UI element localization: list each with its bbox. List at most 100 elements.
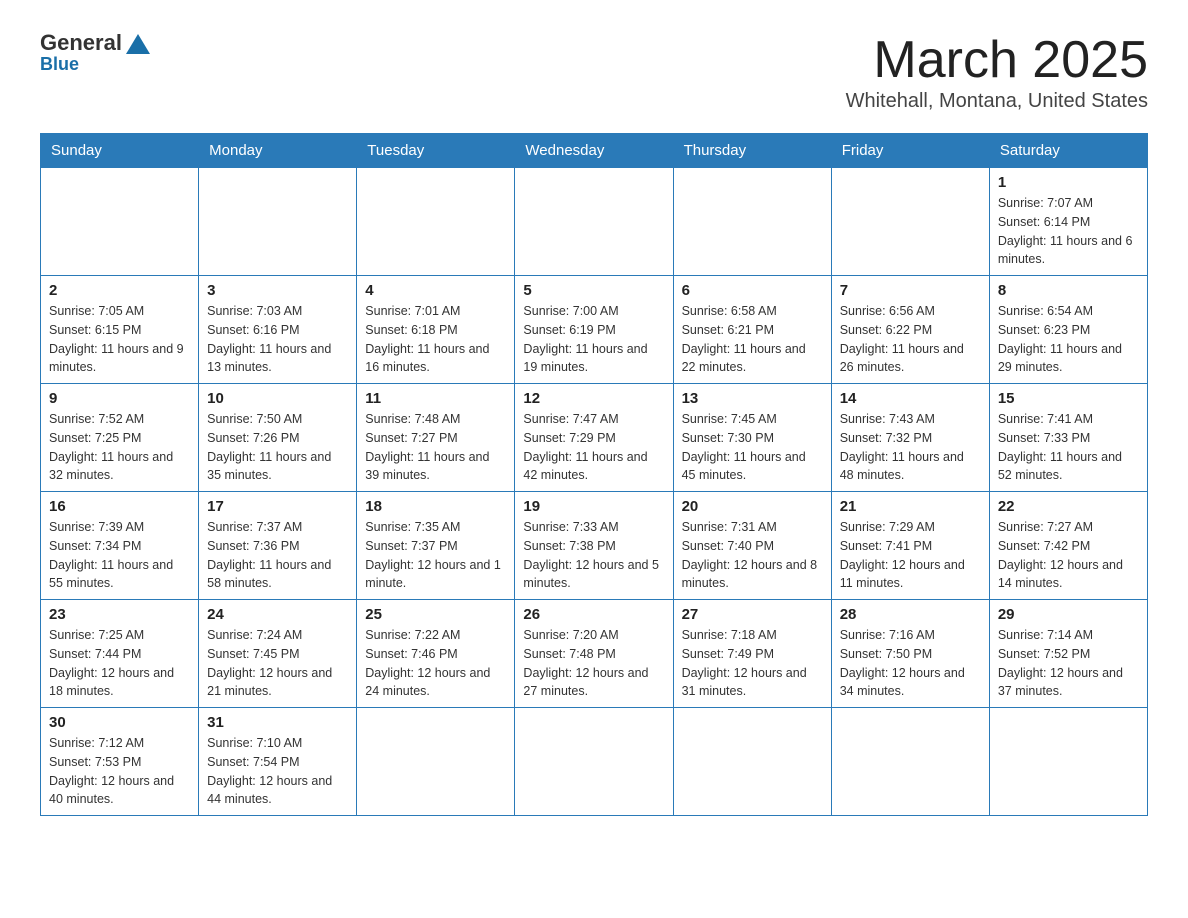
day-of-week-header: Tuesday [357,134,515,168]
day-number: 9 [49,390,190,407]
day-info: Sunrise: 7:33 AMSunset: 7:38 PMDaylight:… [523,518,664,593]
empty-day-cell [673,168,831,276]
logo-triangle-icon [126,34,150,54]
day-number: 26 [523,606,664,623]
day-of-week-header: Monday [199,134,357,168]
day-info: Sunrise: 7:07 AMSunset: 6:14 PMDaylight:… [998,194,1139,269]
day-cell: 5 Sunrise: 7:00 AMSunset: 6:19 PMDaylight… [515,276,673,384]
day-number: 6 [682,282,823,299]
calendar-table: SundayMondayTuesdayWednesdayThursdayFrid… [40,133,1148,816]
calendar-week-row: 30 Sunrise: 7:12 AMSunset: 7:53 PMDayligh… [41,708,1148,816]
day-cell: 10 Sunrise: 7:50 AMSunset: 7:26 PMDayligh… [199,384,357,492]
day-number: 30 [49,714,190,731]
day-number: 8 [998,282,1139,299]
day-info: Sunrise: 7:24 AMSunset: 7:45 PMDaylight:… [207,626,348,701]
day-number: 3 [207,282,348,299]
day-cell: 16Sunrise: 7:39 AMSunset: 7:34 PMDayligh… [41,492,199,600]
empty-day-cell [199,168,357,276]
day-number: 4 [365,282,506,299]
day-number: 21 [840,498,981,515]
day-info: Sunrise: 7:35 AMSunset: 7:37 PMDaylight:… [365,518,506,593]
day-number: 22 [998,498,1139,515]
day-number: 11 [365,390,506,407]
day-info: Sunrise: 7:52 AMSunset: 7:25 PMDaylight:… [49,410,190,485]
day-number: 5 [523,282,664,299]
day-cell: 21 Sunrise: 7:29 AMSunset: 7:41 PMDayligh… [831,492,989,600]
day-number: 2 [49,282,190,299]
day-cell: 14Sunrise: 7:43 AMSunset: 7:32 PMDayligh… [831,384,989,492]
empty-day-cell [41,168,199,276]
day-cell: 19 Sunrise: 7:33 AMSunset: 7:38 PMDayligh… [515,492,673,600]
calendar-subtitle: Whitehall, Montana, United States [846,90,1148,113]
empty-day-cell [831,708,989,816]
day-number: 31 [207,714,348,731]
empty-day-cell [831,168,989,276]
day-cell: 31 Sunrise: 7:10 AMSunset: 7:54 PMDayligh… [199,708,357,816]
day-number: 29 [998,606,1139,623]
day-info: Sunrise: 7:01 AMSunset: 6:18 PMDaylight:… [365,302,506,377]
calendar-title: March 2025 [846,30,1148,90]
day-cell: 6Sunrise: 6:58 AMSunset: 6:21 PMDaylight… [673,276,831,384]
day-cell: 17Sunrise: 7:37 AMSunset: 7:36 PMDayligh… [199,492,357,600]
day-cell: 12 Sunrise: 7:47 AMSunset: 7:29 PMDayligh… [515,384,673,492]
day-of-week-header: Thursday [673,134,831,168]
day-number: 27 [682,606,823,623]
day-cell: 18 Sunrise: 7:35 AMSunset: 7:37 PMDayligh… [357,492,515,600]
day-info: Sunrise: 7:48 AMSunset: 7:27 PMDaylight:… [365,410,506,485]
day-cell: 23 Sunrise: 7:25 AMSunset: 7:44 PMDayligh… [41,600,199,708]
day-cell: 4 Sunrise: 7:01 AMSunset: 6:18 PMDaylight… [357,276,515,384]
day-number: 13 [682,390,823,407]
day-number: 17 [207,498,348,515]
day-cell: 13 Sunrise: 7:45 AMSunset: 7:30 PMDayligh… [673,384,831,492]
day-number: 12 [523,390,664,407]
day-of-week-header: Sunday [41,134,199,168]
day-cell: 7Sunrise: 6:56 AMSunset: 6:22 PMDaylight… [831,276,989,384]
day-info: Sunrise: 7:05 AMSunset: 6:15 PMDaylight:… [49,302,190,377]
day-info: Sunrise: 6:54 AMSunset: 6:23 PMDaylight:… [998,302,1139,377]
empty-day-cell [515,168,673,276]
day-info: Sunrise: 7:03 AMSunset: 6:16 PMDaylight:… [207,302,348,377]
day-number: 24 [207,606,348,623]
calendar-week-row: 23 Sunrise: 7:25 AMSunset: 7:44 PMDayligh… [41,600,1148,708]
day-cell: 20Sunrise: 7:31 AMSunset: 7:40 PMDayligh… [673,492,831,600]
day-info: Sunrise: 7:50 AMSunset: 7:26 PMDaylight:… [207,410,348,485]
day-info: Sunrise: 7:29 AMSunset: 7:41 PMDaylight:… [840,518,981,593]
day-info: Sunrise: 6:56 AMSunset: 6:22 PMDaylight:… [840,302,981,377]
day-info: Sunrise: 7:45 AMSunset: 7:30 PMDaylight:… [682,410,823,485]
logo-blue-text: Blue [40,54,79,75]
empty-day-cell [989,708,1147,816]
day-info: Sunrise: 7:20 AMSunset: 7:48 PMDaylight:… [523,626,664,701]
day-number: 1 [998,174,1139,191]
day-number: 14 [840,390,981,407]
day-number: 16 [49,498,190,515]
day-info: Sunrise: 7:47 AMSunset: 7:29 PMDaylight:… [523,410,664,485]
day-number: 15 [998,390,1139,407]
page-header: General Blue March 2025 Whitehall, Monta… [40,30,1148,113]
day-number: 10 [207,390,348,407]
day-cell: 26 Sunrise: 7:20 AMSunset: 7:48 PMDayligh… [515,600,673,708]
day-cell: 30 Sunrise: 7:12 AMSunset: 7:53 PMDayligh… [41,708,199,816]
empty-day-cell [357,168,515,276]
day-cell: 9 Sunrise: 7:52 AMSunset: 7:25 PMDaylight… [41,384,199,492]
day-info: Sunrise: 7:16 AMSunset: 7:50 PMDaylight:… [840,626,981,701]
day-info: Sunrise: 7:41 AMSunset: 7:33 PMDaylight:… [998,410,1139,485]
day-info: Sunrise: 7:10 AMSunset: 7:54 PMDaylight:… [207,734,348,809]
logo-general-text: General [40,30,122,56]
day-of-week-header: Saturday [989,134,1147,168]
day-number: 18 [365,498,506,515]
day-info: Sunrise: 7:12 AMSunset: 7:53 PMDaylight:… [49,734,190,809]
empty-day-cell [515,708,673,816]
day-number: 23 [49,606,190,623]
day-info: Sunrise: 7:25 AMSunset: 7:44 PMDaylight:… [49,626,190,701]
empty-day-cell [673,708,831,816]
day-number: 19 [523,498,664,515]
calendar-week-row: 2 Sunrise: 7:05 AMSunset: 6:15 PMDaylight… [41,276,1148,384]
day-cell: 24 Sunrise: 7:24 AMSunset: 7:45 PMDayligh… [199,600,357,708]
day-info: Sunrise: 7:31 AMSunset: 7:40 PMDaylight:… [682,518,823,593]
calendar-week-row: 9 Sunrise: 7:52 AMSunset: 7:25 PMDaylight… [41,384,1148,492]
day-cell: 29Sunrise: 7:14 AMSunset: 7:52 PMDayligh… [989,600,1147,708]
day-cell: 25Sunrise: 7:22 AMSunset: 7:46 PMDayligh… [357,600,515,708]
day-cell: 28Sunrise: 7:16 AMSunset: 7:50 PMDayligh… [831,600,989,708]
empty-day-cell [357,708,515,816]
day-info: Sunrise: 7:00 AMSunset: 6:19 PMDaylight:… [523,302,664,377]
